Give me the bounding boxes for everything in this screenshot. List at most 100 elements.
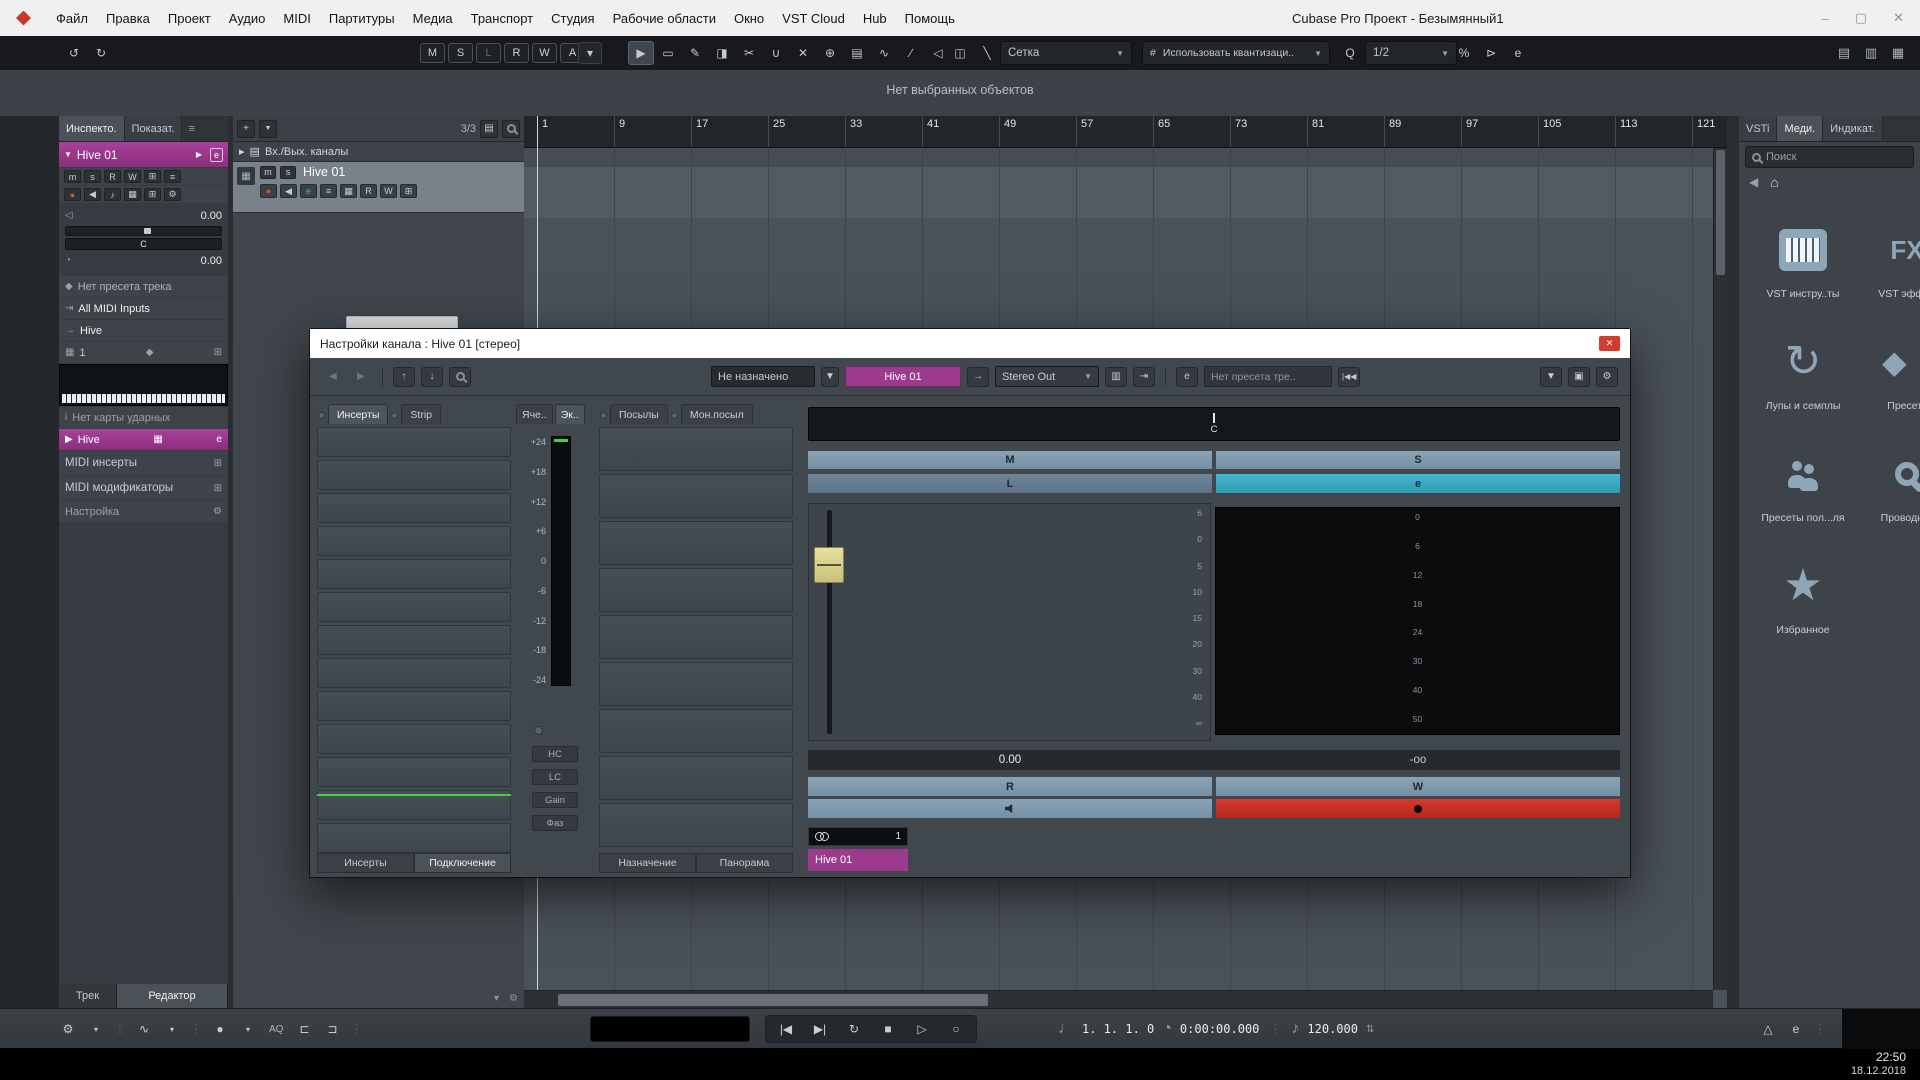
record-arm-button[interactable] [1216,799,1620,818]
automation-state-button[interactable]: L [476,43,501,63]
tab-cue-sends[interactable]: Мон.посыл [681,404,753,424]
transport-edit-icon[interactable]: e [1784,1017,1808,1041]
midi-inserts-section[interactable]: MIDI инсерты ⊞ [59,451,228,475]
comp-tool-icon[interactable]: ▤ [844,41,870,65]
tab-strip[interactable]: Strip [401,404,441,424]
send-slot[interactable] [599,756,793,800]
object-selection-tool-icon[interactable]: ▶ [628,41,654,65]
tab-track[interactable]: Трек [59,984,117,1008]
track-name[interactable]: Hive 01 [303,165,345,179]
media-item-vst-effects[interactable]: FX VST эффе.. [1855,226,1920,300]
edit-channel-icon[interactable]: e [210,148,223,162]
automation-state-button[interactable]: S [448,43,473,63]
add-track-button[interactable]: + [237,120,255,138]
meter-view-icon[interactable]: ▥ [1105,367,1127,387]
search-icon[interactable] [502,120,520,138]
preset-edit-icon[interactable]: e [1176,367,1198,387]
folder-open-icon[interactable]: ▸ [239,145,245,158]
mute-tool-icon[interactable]: ✕ [790,41,816,65]
write-automation-button[interactable]: W [380,184,397,198]
insert-slot[interactable] [317,427,511,457]
zoom-tool-icon[interactable]: ⊕ [817,41,843,65]
send-slot[interactable] [599,662,793,706]
track-list-settings-icon[interactable]: ⚙ [509,993,518,1004]
insert-slot[interactable] [317,526,511,556]
record-arm-icon[interactable]: ● [64,188,81,201]
tempo-display[interactable]: 120.000 [1307,1022,1358,1036]
tab-routing-bottom[interactable]: Подключение [414,853,511,873]
volume-slider-thumb[interactable] [144,228,151,234]
track-row[interactable]: ▦ m s Hive 01 ● ◀ e ≡ ▦ R W [233,162,524,213]
track-scale-dropdown-icon[interactable]: ▾ [494,993,499,1004]
insert-slot[interactable] [317,823,511,853]
menu-item[interactable]: Помощь [896,11,964,26]
midi-channel-row[interactable]: ▦ 1 ◆ ⊞ [59,342,228,363]
track-delay-value[interactable]: 0.00 [201,255,222,267]
grid-type-dropdown[interactable]: Сетка ▼ [1000,41,1132,65]
solo-button[interactable]: s [84,170,101,183]
read-automation-button[interactable]: R [104,170,121,183]
track-filter-icon[interactable]: ▤ [480,120,498,138]
meter-peak-value[interactable]: -oo [1216,750,1620,770]
tab-vsti[interactable]: VSTi [1739,116,1777,141]
left-zone-toggle-icon[interactable]: ▤ [1832,45,1856,61]
extra-icon[interactable]: ⚙ [164,188,181,201]
lane-display-icon[interactable]: ⊞ [144,170,161,183]
inspector-track-header[interactable]: ▼ Hive 01 ▶ e [59,142,228,167]
horizontal-scrollbar[interactable] [524,990,1713,1008]
edit-channel-button[interactable]: e [300,184,317,198]
fader-value[interactable]: 0.00 [808,750,1212,770]
quantize-value-dropdown[interactable]: 1/2 ▼ [1365,41,1457,65]
send-slot[interactable] [599,568,793,612]
transport-settings-gear-icon[interactable]: ⚙ [56,1017,80,1041]
send-slot[interactable] [599,474,793,518]
monitor-button[interactable] [808,799,1212,818]
automation-state-button[interactable]: M [420,43,445,63]
record-mode-icon[interactable]: ● [208,1017,232,1041]
media-item-loops-samples[interactable]: ↻ Лупы и семплы [1751,338,1855,412]
insert-slot[interactable] [317,592,511,622]
menu-item[interactable]: Партитуры [320,11,404,26]
menu-item[interactable]: Студия [542,11,603,26]
dialog-title-bar[interactable]: Настройки канала : Hive 01 [стерео] ✕ [310,329,1630,358]
menu-item[interactable]: Окно [725,11,773,26]
read-automation-button[interactable]: R [808,777,1212,796]
nav-back-icon[interactable]: ◀ [1749,175,1758,189]
lock-track-icon[interactable]: ≡ [164,170,181,183]
lanes-button[interactable]: ≡ [320,184,337,198]
media-search-box[interactable] [1745,146,1914,168]
inspector-menu-icon[interactable]: ≡ [182,116,200,141]
punch-out-icon[interactable]: ⊐ [320,1017,344,1041]
menu-item[interactable]: Транспорт [462,11,543,26]
channel-search-icon[interactable] [449,367,471,387]
snap-type-icon[interactable]: ╲ [975,42,999,64]
write-automation-button[interactable]: W [124,170,141,183]
gear-icon[interactable]: ⚙ [213,506,222,517]
filter-strip-button[interactable]: LC [532,769,578,785]
mute-button[interactable]: M [808,451,1212,469]
glue-tool-icon[interactable]: ∪ [763,41,789,65]
insert-slot[interactable] [317,757,511,787]
midi-modifiers-section[interactable]: MIDI модификаторы ⊞ [59,476,228,500]
search-input[interactable] [1766,151,1876,163]
channel-up-icon[interactable]: ↑ [393,367,415,387]
auto-quantize-button[interactable]: AQ [264,1022,288,1037]
record-arm-button[interactable]: ● [260,184,277,198]
split-tool-icon[interactable]: ✂ [736,41,762,65]
filter-strip-button[interactable]: Gain [532,792,578,808]
channel-down-icon[interactable]: ↓ [421,367,443,387]
quantize-preset-dropdown[interactable]: # Использовать квантизаци.. ▼ [1142,41,1330,65]
punch-in-icon[interactable]: ⊏ [292,1017,316,1041]
redo-icon[interactable]: ↻ [89,42,113,64]
tab-eq-curve[interactable]: Эк.. [555,404,585,424]
home-icon[interactable]: ⌂ [1770,174,1778,190]
horizontal-scrollbar-thumb[interactable] [558,994,988,1006]
go-to-end-button[interactable]: ▶| [808,1017,832,1041]
send-slot[interactable] [599,615,793,659]
timeline-ruler[interactable]: 191725334149576573818997105113121 [524,116,1727,148]
vertical-scrollbar-thumb[interactable] [1716,150,1725,275]
chevron-down-icon[interactable]: ▾ [160,1017,184,1041]
scrub-tool-icon[interactable]: ∿ [871,41,897,65]
line-tool-icon[interactable]: ∕ [898,41,924,65]
media-item-user-presets[interactable]: Пресеты пол...ля [1751,450,1855,524]
